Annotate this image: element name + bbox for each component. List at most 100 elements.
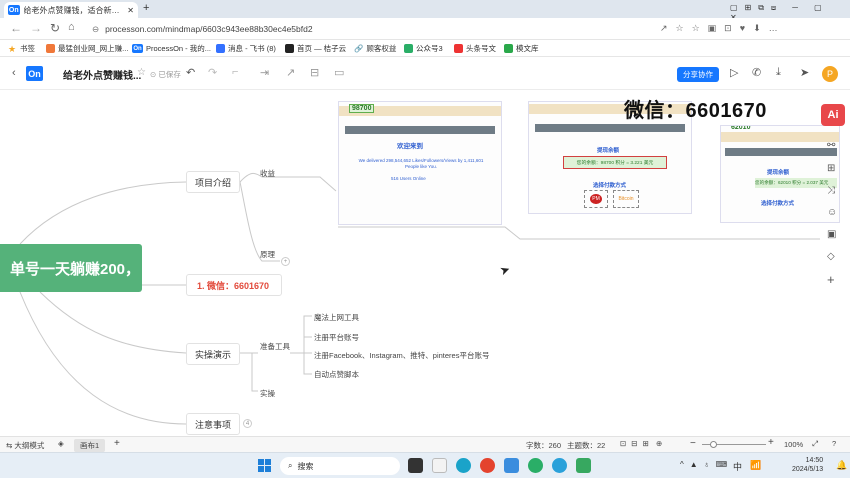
structure-icon[interactable]: ⊞: [827, 163, 835, 174]
relation-icon[interactable]: ⚯: [827, 140, 835, 151]
zoom-level: 100%: [784, 440, 804, 449]
bitcoin-label: Bitcoin: [618, 196, 634, 202]
collapse-toggle-icon[interactable]: 4: [243, 419, 252, 428]
avatar[interactable]: P: [822, 66, 838, 82]
topic-intro[interactable]: 项目介绍: [186, 171, 240, 193]
file-explorer-icon[interactable]: [408, 458, 423, 473]
tool-item[interactable]: 自动点赞脚本: [314, 369, 359, 380]
bitcoin-option: Bitcoin: [613, 190, 639, 208]
tool-item[interactable]: 魔法上网工具: [314, 312, 359, 323]
zoom-fit-icon[interactable]: ⊕: [656, 439, 662, 448]
topic-demo[interactable]: 实操演示: [186, 343, 240, 365]
frame-icon[interactable]: ▭: [334, 66, 344, 79]
search-icon: ⌕: [288, 461, 293, 470]
screenshot-site-3: 62010 提现余额 您的余额：62010 积分 = 2.037 美元 选择付款…: [720, 125, 840, 223]
tool-item[interactable]: 注册Facebook、Instagram、推特、pinteres平台账号: [314, 350, 489, 361]
zoom-out-icon[interactable]: −: [690, 438, 696, 449]
zoom-in-icon[interactable]: +: [768, 437, 774, 448]
wechat-icon[interactable]: [528, 458, 543, 473]
outline-mode-toggle[interactable]: ⇆ 大纲模式: [6, 440, 44, 451]
url-text: processon.com/mindmap/6603c943ee88b30ec4…: [105, 24, 313, 34]
collapse-toggle-icon[interactable]: +: [281, 257, 290, 266]
new-tab-icon[interactable]: +: [143, 2, 149, 14]
wechat-overlay-text: 微信：6601670: [624, 100, 767, 122]
emoji-icon[interactable]: ☺: [827, 207, 837, 218]
notification-icon[interactable]: 🔔: [836, 460, 847, 471]
canvas-tab[interactable]: 画布1: [74, 439, 106, 452]
add-canvas-icon[interactable]: +: [114, 438, 120, 449]
close-tab-icon[interactable]: ✕: [127, 6, 134, 15]
statusbar-tool-icons[interactable]: ⊡⊟⊞: [620, 439, 654, 448]
bookmark-item[interactable]: On ProcessOn - 我的...: [132, 43, 211, 54]
app-icon[interactable]: [576, 458, 591, 473]
feishu-icon[interactable]: [504, 458, 519, 473]
format-painter-icon[interactable]: ⌐: [232, 66, 238, 78]
add-icon[interactable]: +: [827, 272, 835, 287]
edge-icon[interactable]: [456, 458, 471, 473]
summary-icon[interactable]: ⊟: [310, 66, 319, 79]
connector-icon[interactable]: ↗: [286, 66, 295, 79]
subtopic-prepare[interactable]: 准备工具: [260, 341, 290, 352]
bookmark-item[interactable]: 头条号文: [454, 43, 496, 54]
ime-indicator[interactable]: 中: [733, 460, 742, 473]
topic-wechat[interactable]: 1. 微信：6601670: [186, 274, 282, 296]
bookmark-item[interactable]: 最猛创业网_网上赚...: [46, 43, 128, 54]
badge-text: 62010: [731, 125, 751, 131]
topic-notes[interactable]: 注意事项: [186, 413, 240, 435]
browser-toolbar-icons[interactable]: ↗☆☆▣⊡♥⬇…: [660, 23, 786, 34]
word-count: 字数：260: [526, 441, 562, 450]
bookmark-item[interactable]: 🔗 顾客权益: [354, 43, 396, 54]
image-icon[interactable]: ▣: [827, 229, 836, 240]
insert-topic-icon[interactable]: ⇥: [260, 66, 269, 79]
fullscreen-icon[interactable]: ⤢: [812, 439, 818, 449]
bookmark-item[interactable]: 模文库: [504, 43, 539, 54]
tool-item[interactable]: 注册平台账号: [314, 332, 359, 343]
taskbar-search[interactable]: ⌕ 搜索: [280, 457, 400, 475]
bookmark-item[interactable]: 首页 — 桔子云: [285, 43, 346, 54]
windows-start-icon[interactable]: [258, 459, 271, 472]
subtopic-principle[interactable]: 原理: [260, 249, 275, 260]
screenshot-site-1: 98700 欢迎来到 We delivered 298,544,652 Like…: [338, 101, 502, 225]
bookmark-item[interactable]: 公众号3: [404, 43, 443, 54]
root-topic[interactable]: 单号一天躺赚200，: [0, 244, 142, 292]
telegram-icon[interactable]: [552, 458, 567, 473]
phone-icon[interactable]: ✆: [752, 66, 761, 79]
undo-icon[interactable]: ↶: [186, 66, 195, 79]
chevron-left-icon[interactable]: ‹: [12, 67, 16, 79]
clock[interactable]: 14:50 2024/5/13: [792, 456, 823, 474]
layout-icon[interactable]: ⤨: [827, 185, 835, 196]
welcome-text: 欢迎来到: [397, 143, 423, 150]
home-icon[interactable]: ⌂: [68, 21, 75, 33]
redo-icon[interactable]: ↷: [208, 66, 217, 79]
subtopic-practice[interactable]: 实操: [260, 388, 275, 399]
system-tray-icons[interactable]: ^▲♁⌨: [680, 460, 733, 469]
mindmap-canvas[interactable]: 98700 欢迎来到 We delivered 298,544,652 Like…: [0, 91, 850, 436]
chrome-icon[interactable]: [480, 458, 495, 473]
tag-icon[interactable]: ◇: [827, 251, 835, 262]
network-icon[interactable]: 📶: [750, 460, 761, 471]
withdraw-title: 提现余额: [597, 148, 620, 154]
url-field[interactable]: ⊖ processon.com/mindmap/6603c943ee88b30e…: [92, 21, 652, 37]
help-icon[interactable]: ?: [832, 439, 836, 448]
bookmark-item[interactable]: ★ 书签: [8, 43, 35, 54]
download-icon[interactable]: ⤓: [776, 66, 781, 79]
send-icon[interactable]: ➤: [800, 66, 809, 79]
document-title[interactable]: 给老外点赞赚钱...: [63, 67, 141, 82]
app-icon[interactable]: [432, 458, 447, 473]
saved-status: ⊙ 已保存: [150, 70, 181, 79]
reload-icon[interactable]: ↻: [50, 21, 60, 35]
zoom-slider[interactable]: [702, 441, 766, 448]
forward-icon[interactable]: →: [30, 21, 42, 35]
bookmark-label: 模文库: [516, 44, 539, 53]
processon-logo-icon[interactable]: On: [26, 66, 43, 81]
present-icon[interactable]: ▷: [730, 66, 738, 79]
browser-tab[interactable]: On 给老外点赞赚钱，适合新手的副业 ✕: [4, 2, 138, 18]
layers-icon[interactable]: ◈: [58, 439, 64, 448]
back-icon[interactable]: ←: [10, 21, 22, 35]
subtopic-income[interactable]: 收益: [260, 168, 275, 179]
zoom-slider-handle[interactable]: [710, 441, 717, 448]
bookmark-item[interactable]: 消息 - 飞书 (8): [216, 43, 276, 54]
share-button[interactable]: 分享协作: [677, 67, 719, 82]
star-icon[interactable]: ☆: [137, 67, 146, 78]
ai-assistant-button[interactable]: Ai: [821, 104, 845, 126]
